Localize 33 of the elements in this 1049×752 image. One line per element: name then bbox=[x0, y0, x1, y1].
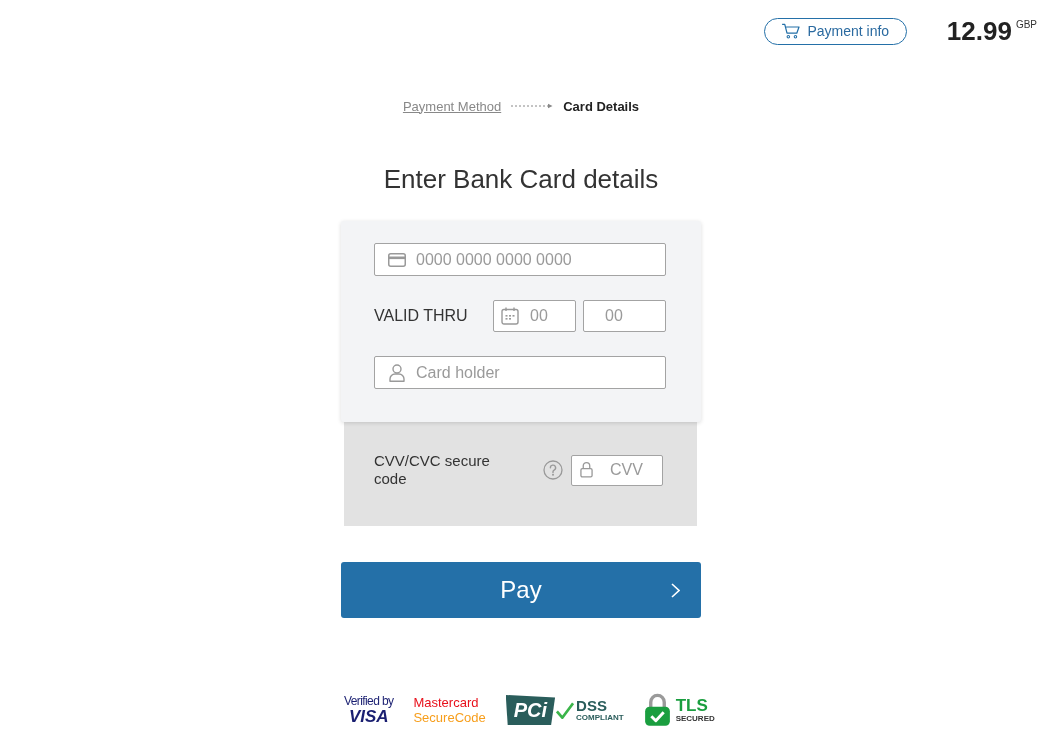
visa-wordmark: VISA bbox=[348, 707, 389, 726]
dotted-arrow-icon bbox=[511, 103, 554, 109]
calendar-icon bbox=[501, 307, 519, 325]
securecode-wordmark: SecureCode bbox=[413, 710, 486, 725]
cvv-label: CVV/CVC secure code bbox=[374, 452, 491, 488]
tls-wordmark: TLS bbox=[675, 696, 708, 714]
lock-icon bbox=[580, 461, 593, 478]
visa-caption: Verified by bbox=[344, 694, 394, 708]
pci-logo-mark: PCi bbox=[505, 695, 556, 725]
dss-wordmark: DSS bbox=[576, 697, 607, 713]
mastercard-wordmark: Mastercard bbox=[413, 695, 479, 710]
page-title: Enter Bank Card details bbox=[382, 163, 660, 195]
valid-thru-label: VALID THRU bbox=[374, 307, 469, 325]
secured-caption: SECURED bbox=[675, 713, 715, 724]
chevron-right-icon bbox=[671, 582, 680, 598]
breadcrumb-link[interactable]: Payment Method bbox=[402, 98, 502, 114]
month-field[interactable]: 00 bbox=[493, 300, 576, 332]
help-icon[interactable] bbox=[543, 460, 563, 480]
cart-icon bbox=[781, 23, 802, 39]
pay-button[interactable]: Pay bbox=[341, 562, 701, 618]
payment-info-button[interactable]: Payment info bbox=[763, 17, 907, 45]
current-step: Card Details bbox=[563, 98, 640, 114]
check-icon bbox=[556, 701, 575, 719]
card-holder-field[interactable]: Card holder bbox=[374, 356, 666, 389]
amount-text: 12.99 bbox=[946, 17, 1012, 45]
year-field[interactable]: 00 bbox=[583, 300, 666, 332]
compliant-caption: COMPLIANT bbox=[576, 712, 624, 723]
padlock-check-icon bbox=[643, 693, 671, 727]
person-icon bbox=[389, 363, 405, 382]
card-number-field[interactable]: 0000 0000 0000 0000 bbox=[374, 243, 666, 276]
card-icon bbox=[388, 252, 406, 267]
currency-label: GBP bbox=[1015, 19, 1037, 31]
cvv-field[interactable]: CVV bbox=[571, 454, 663, 486]
